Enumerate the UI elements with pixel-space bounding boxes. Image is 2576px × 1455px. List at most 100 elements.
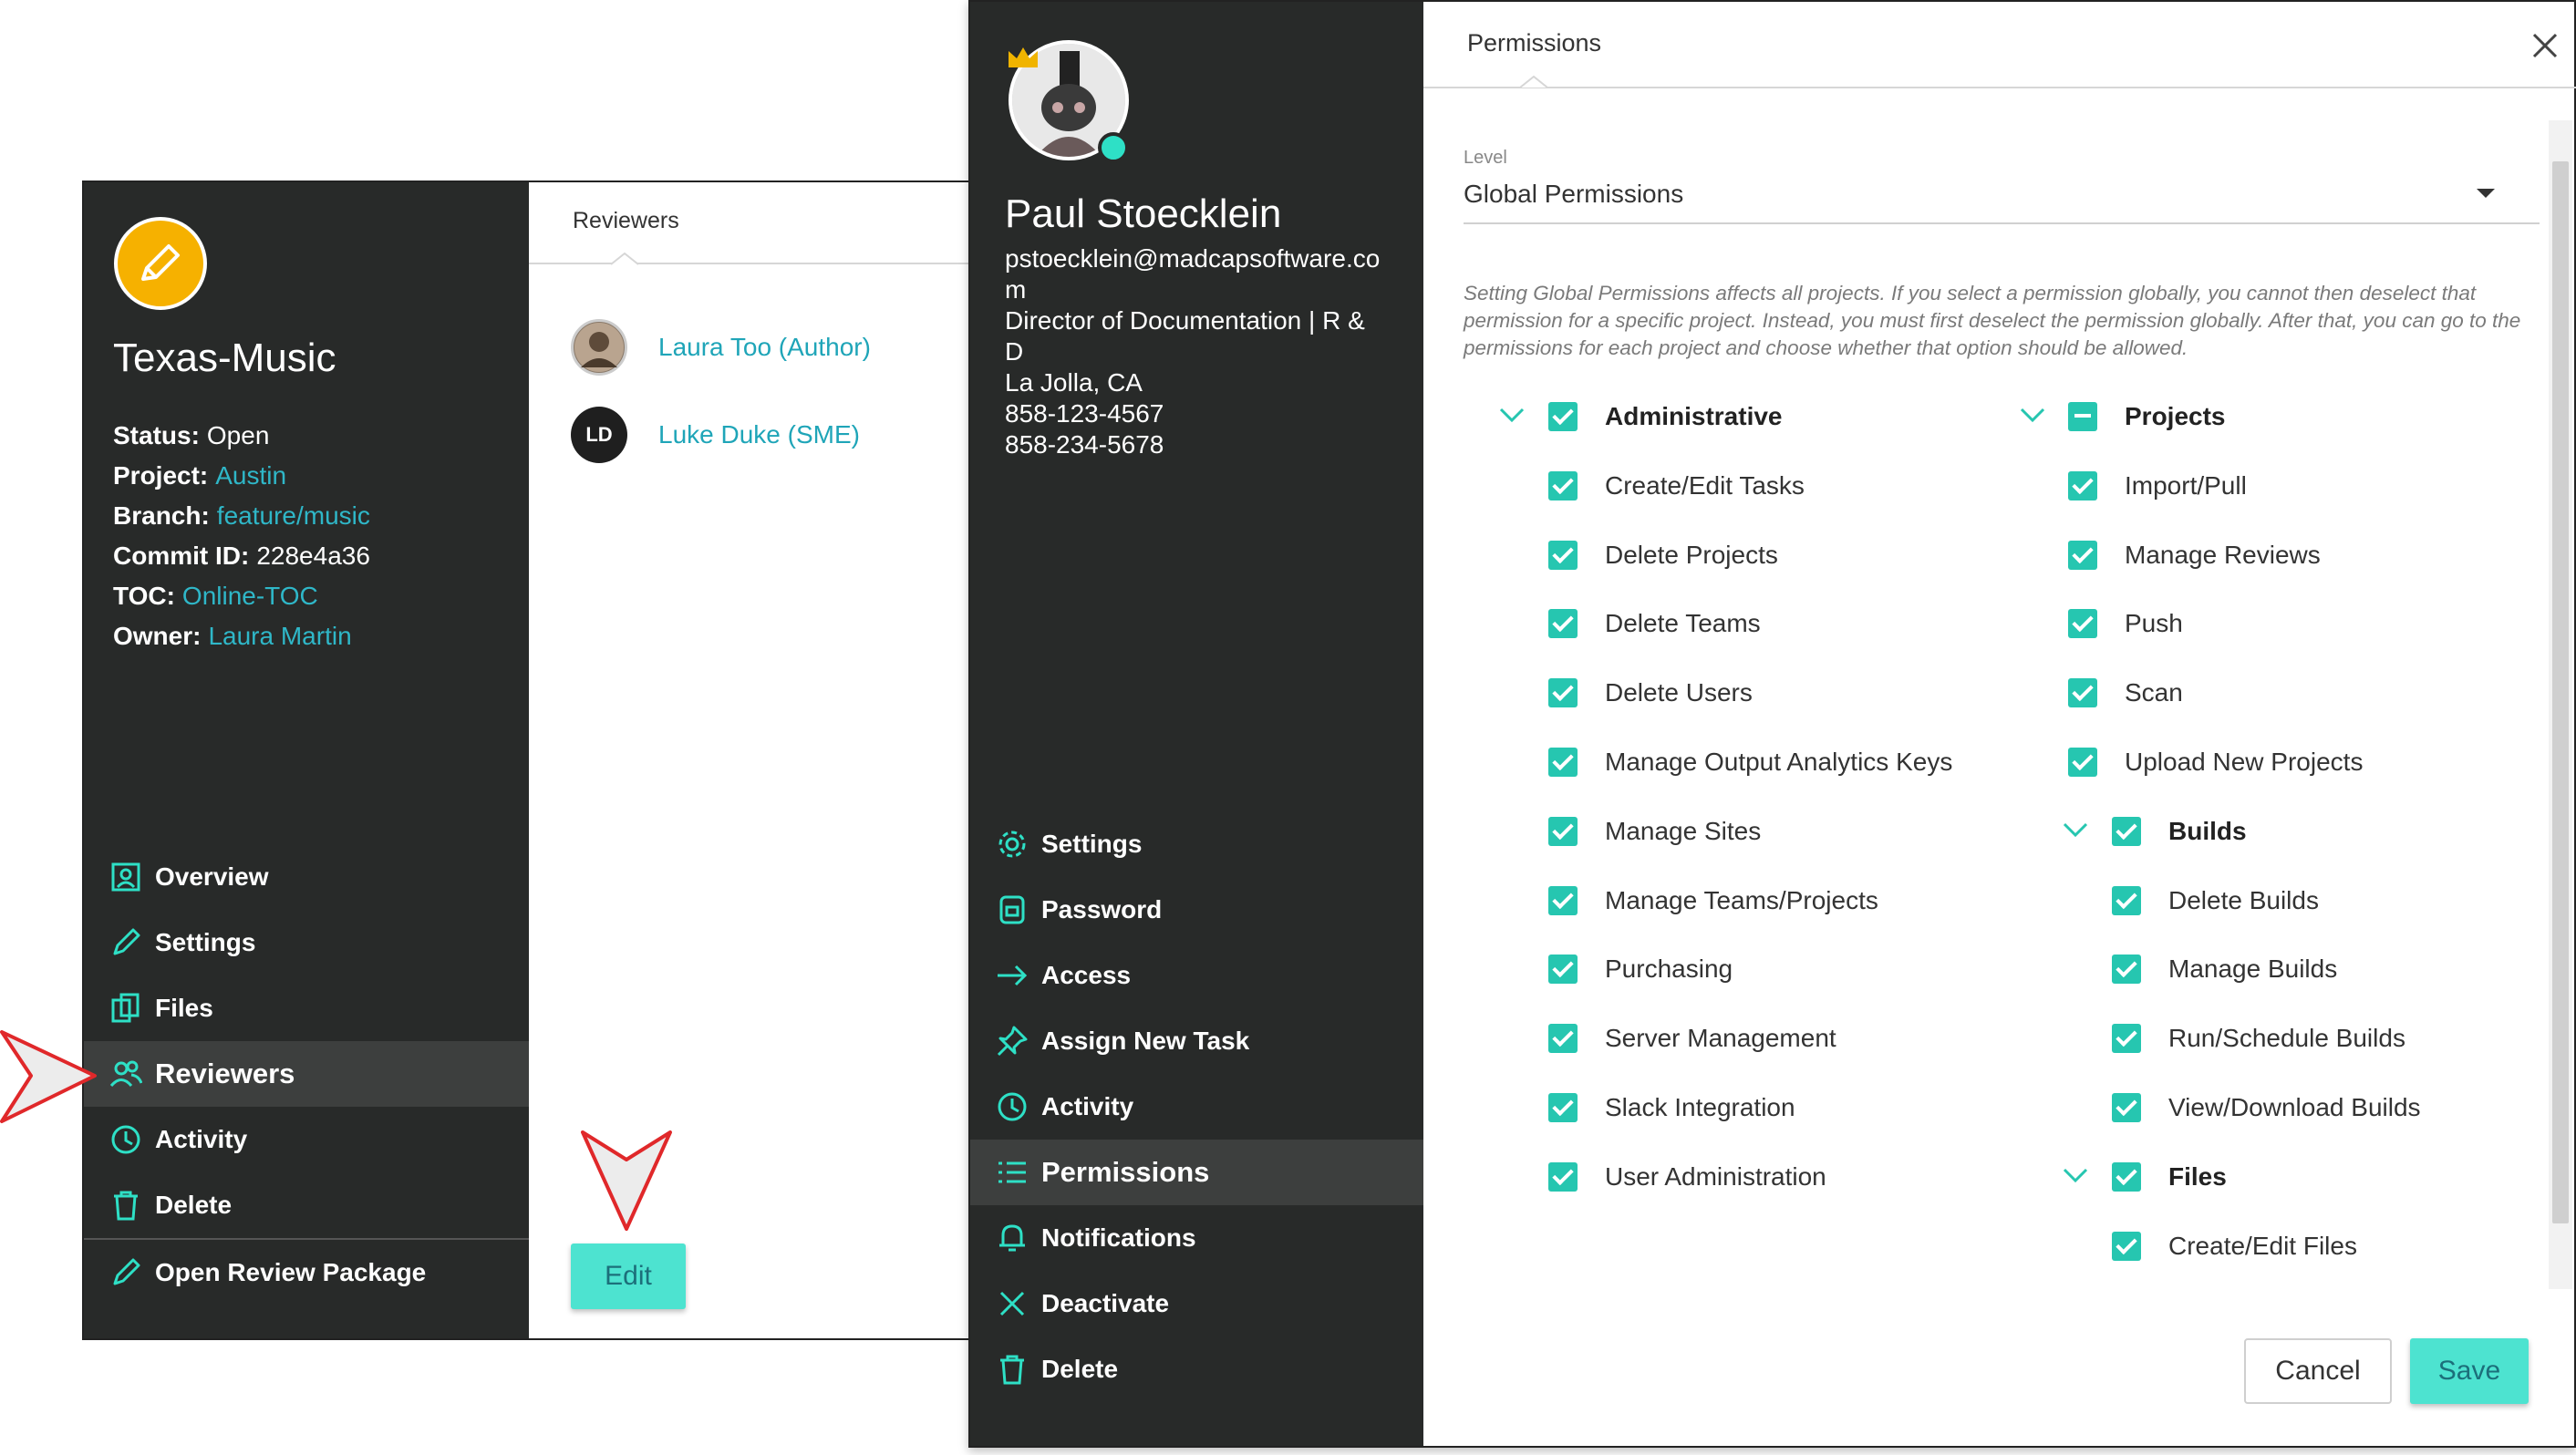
perm-group-files[interactable]: Files [2112,1159,2227,1195]
checkbox[interactable] [2068,748,2097,777]
perm-item[interactable]: Manage Teams/Projects [1548,882,1878,919]
perm-item[interactable]: Delete Builds [2112,882,2319,919]
reviewer-avatar [571,319,627,376]
checkbox[interactable] [2068,678,2097,707]
perm-item[interactable]: Manage Builds [2112,951,2337,987]
checkbox[interactable] [1548,1162,1578,1192]
nav-deactivate[interactable]: Deactivate [970,1271,1423,1336]
chevron-down-icon[interactable] [2019,401,2046,428]
checkbox[interactable] [1548,541,1578,570]
review-meta: Status: Open Project: Austin Branch: featur… [113,416,370,656]
checkbox[interactable] [2068,541,2097,570]
close-icon[interactable] [2527,27,2563,64]
reviewer-item[interactable]: Laura Too (Author) [571,319,871,376]
overview-icon [111,862,140,892]
perm-item[interactable]: User Administration [1548,1159,1826,1195]
project-link[interactable]: Austin [215,461,286,490]
nav-overview[interactable]: Overview [84,844,529,910]
perm-item[interactable]: Import/Pull [2068,468,2247,504]
checkbox[interactable] [1548,609,1578,638]
perm-item[interactable]: Upload New Projects [2068,744,2363,780]
checkbox[interactable] [1548,1024,1578,1053]
toc-link[interactable]: Online-TOC [182,582,318,610]
checkbox[interactable] [2112,817,2141,846]
user-info: pstoecklein@madcapsoftware.com Director … [1005,243,1388,460]
nav-reviewers[interactable]: Reviewers [84,1041,529,1107]
permissions-note: Setting Global Permissions affects all p… [1464,282,2521,359]
checkbox[interactable] [1548,955,1578,984]
perm-item[interactable]: Push [2068,605,2183,642]
nav-files[interactable]: Files [84,975,529,1041]
checkbox[interactable] [1548,678,1578,707]
perm-item[interactable]: Manage Reviews [2068,537,2321,573]
perm-item[interactable]: Create/Edit Tasks [1548,468,1805,504]
checkbox[interactable] [2112,1093,2141,1122]
perm-item[interactable]: Delete Teams [1548,605,1761,642]
tab-pointer [1520,75,1547,88]
checkbox[interactable] [2112,886,2141,915]
perm-item[interactable]: Scan [2068,675,2183,711]
perm-item[interactable]: View/Download Builds [2112,1089,2421,1126]
tab-reviewers[interactable]: Reviewers [573,208,679,234]
chevron-down-icon[interactable] [1498,401,1526,428]
nav-activity[interactable]: Activity [970,1074,1423,1140]
checkbox[interactable] [1548,471,1578,500]
chevron-down-icon[interactable] [2062,1161,2089,1189]
checkbox[interactable] [1548,748,1578,777]
delete-icon [1000,1355,1024,1385]
nav-access[interactable]: Access [970,943,1423,1008]
perm-item[interactable]: Manage Output Analytics Keys [1548,744,1952,780]
checkbox-partial[interactable] [2068,402,2097,431]
nav-assign-new-task[interactable]: Assign New Task [970,1008,1423,1074]
chevron-down-icon[interactable] [2062,816,2089,843]
checkbox[interactable] [2112,1232,2141,1261]
owner-link[interactable]: Laura Martin [208,622,351,650]
perm-group-administrative[interactable]: Administrative [1548,398,1783,435]
delete-icon [114,1191,138,1221]
nav-settings[interactable]: Settings [970,811,1423,877]
user-name: Paul Stoecklein [1005,191,1282,236]
checkbox[interactable] [2068,471,2097,500]
checkbox[interactable] [2112,1162,2141,1192]
reviewer-name[interactable]: Laura Too (Author) [658,333,871,362]
checkbox[interactable] [2112,955,2141,984]
checkbox[interactable] [1548,817,1578,846]
perm-item[interactable]: Delete Users [1548,675,1753,711]
callout-arrow-edit [581,1130,672,1231]
cancel-button[interactable]: Cancel [2244,1338,2392,1404]
chevron-down-icon[interactable] [2477,189,2495,198]
perm-group-builds[interactable]: Builds [2112,813,2247,850]
save-button[interactable]: Save [2410,1338,2529,1404]
edit-button[interactable]: Edit [571,1243,686,1309]
scrollbar-thumb[interactable] [2552,161,2569,1223]
nav-permissions[interactable]: Permissions [970,1140,1423,1205]
perm-item[interactable]: Delete Projects [1548,537,1778,573]
checkbox[interactable] [1548,402,1578,431]
checkbox[interactable] [1548,886,1578,915]
nav-settings[interactable]: Settings [84,910,529,975]
checkbox[interactable] [2068,609,2097,638]
nav-password[interactable]: Password [970,877,1423,943]
reviewer-item[interactable]: LD Luke Duke (SME) [571,407,860,463]
perm-item[interactable]: Create/Edit Files [2112,1228,2357,1264]
level-select[interactable]: Global Permissions [1464,180,1683,209]
nav-delete[interactable]: Delete [84,1172,529,1238]
perm-item[interactable]: Server Management [1548,1020,1836,1057]
perm-item[interactable]: Manage Sites [1548,813,1761,850]
checkbox[interactable] [2112,1024,2141,1053]
open-review-package-link[interactable]: Open Review Package [84,1240,529,1305]
nav-delete[interactable]: Delete [970,1336,1423,1402]
perm-item[interactable]: Slack Integration [1548,1089,1795,1126]
nav-activity[interactable]: Activity [84,1107,529,1172]
perm-item[interactable]: Purchasing [1548,951,1733,987]
branch-link[interactable]: feature/music [217,501,370,530]
user-phone: 858-234-5678 [1005,430,1164,459]
checkbox[interactable] [1548,1093,1578,1122]
perm-group-projects[interactable]: Projects [2068,398,2226,435]
nav-notifications[interactable]: Notifications [970,1205,1423,1271]
meta-status: Status: Open [113,421,270,449]
tab-permissions[interactable]: Permissions [1467,29,1601,57]
gear-icon [998,831,1026,858]
reviewer-name[interactable]: Luke Duke (SME) [658,420,860,449]
perm-item[interactable]: Run/Schedule Builds [2112,1020,2405,1057]
